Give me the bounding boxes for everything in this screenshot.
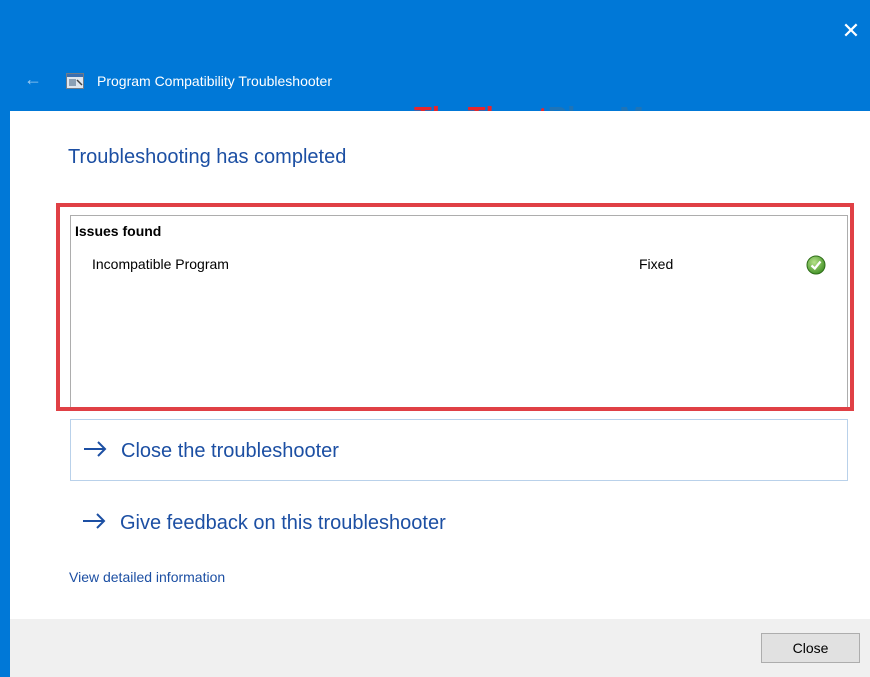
close-troubleshooter-label: Close the troubleshooter [121,440,339,462]
close-troubleshooter-link[interactable]: Close the troubleshooter [70,419,848,481]
title-bar [10,0,870,111]
footer-bar [10,619,870,677]
highlight-frame [56,203,854,411]
arrow-right-icon [83,513,106,529]
give-feedback-label: Give feedback on this troubleshooter [120,512,446,534]
give-feedback-link[interactable]: Give feedback on this troubleshooter [70,492,848,554]
issue-status: Fixed [639,256,674,272]
back-arrow-icon[interactable]: ← [24,70,42,88]
window-title: Program Compatibility Troubleshooter [97,73,332,89]
view-detailed-information-link[interactable]: View detailed information [69,569,225,585]
troubleshooter-app-icon [66,73,84,89]
window-close-icon[interactable]: ✕ [838,20,864,42]
check-icon [806,255,826,275]
page-title: Troubleshooting has completed [68,146,347,168]
arrow-right-icon [84,441,107,457]
issues-heading: Issues found [75,223,162,239]
close-button[interactable]: Close [761,633,860,663]
window-left-accent [0,0,10,677]
issue-name: Incompatible Program [92,256,229,272]
